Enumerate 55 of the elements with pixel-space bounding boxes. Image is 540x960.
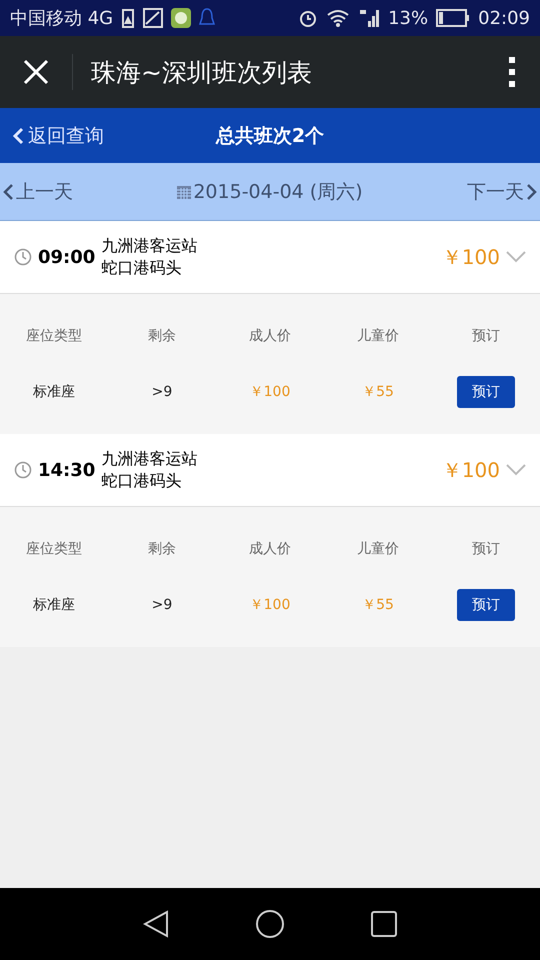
clock-icon: [14, 248, 32, 266]
battery-warning-icon: [121, 8, 136, 28]
wifi-icon: [326, 9, 350, 27]
chevron-right-icon: [526, 182, 538, 200]
date-text: 2015-04-04 (周六): [193, 180, 363, 204]
trip-count-text: 总共班次2个: [216, 124, 324, 148]
more-icon: [508, 57, 516, 87]
column-header: 座位类型: [26, 540, 82, 558]
next-day-link[interactable]: 下一天: [464, 178, 540, 204]
departure-time: 14:30: [38, 460, 96, 480]
alarm-icon: [298, 8, 318, 28]
close-icon: [23, 59, 49, 85]
carrier-text: 中国移动 4G: [10, 7, 114, 30]
image-icon: [143, 8, 164, 28]
chat-app-icon: [171, 8, 192, 28]
back-link[interactable]: 返回查询: [0, 122, 104, 148]
departure-station: 九洲港客运站: [101, 448, 198, 470]
clock-time: 02:09: [478, 8, 530, 28]
child-price-cell: ￥55: [362, 383, 394, 401]
adult-price-cell: ￥100: [250, 383, 290, 401]
column-header: 儿童价: [357, 327, 399, 345]
trip-price: ￥100: [442, 456, 500, 484]
previous-day-link[interactable]: 上一天: [0, 178, 75, 204]
calendar-icon: [177, 184, 192, 198]
window-title: 珠海~深圳班次列表: [91, 56, 313, 88]
recents-nav-icon[interactable]: [371, 911, 397, 937]
column-header: 剩余: [148, 540, 176, 558]
arrival-station: 蛇口港码头: [101, 470, 182, 492]
chevron-left-icon: [2, 182, 14, 200]
column-header: 预订: [472, 327, 500, 345]
column-header: 成人价: [249, 540, 291, 558]
column-header: 成人价: [249, 327, 291, 345]
book-button[interactable]: 预订: [457, 589, 515, 621]
battery-percent: 13%: [388, 8, 428, 28]
chevron-left-icon: [12, 126, 24, 144]
remaining-cell: >9: [152, 384, 172, 400]
seat-type-cell: 标准座: [33, 383, 75, 401]
battery-icon: [436, 9, 470, 27]
adult-price-cell: ￥100: [250, 596, 290, 614]
clock-icon: [14, 461, 32, 479]
remaining-cell: >9: [152, 597, 172, 613]
child-price-cell: ￥55: [362, 596, 394, 614]
column-header: 剩余: [148, 327, 176, 345]
column-header: 预订: [472, 540, 500, 558]
trip-price: ￥100: [442, 244, 500, 270]
departure-station: 九洲港客运站: [101, 235, 198, 257]
signal-icon: [358, 7, 380, 29]
back-nav-icon[interactable]: [143, 910, 169, 938]
home-nav-icon[interactable]: [255, 909, 285, 939]
seat-type-cell: 标准座: [33, 596, 75, 614]
column-header: 儿童价: [357, 540, 399, 558]
book-button[interactable]: 预订: [457, 376, 515, 408]
arrival-station: 蛇口港码头: [101, 257, 182, 279]
column-header: 座位类型: [26, 327, 82, 345]
departure-time: 09:00: [38, 246, 96, 268]
